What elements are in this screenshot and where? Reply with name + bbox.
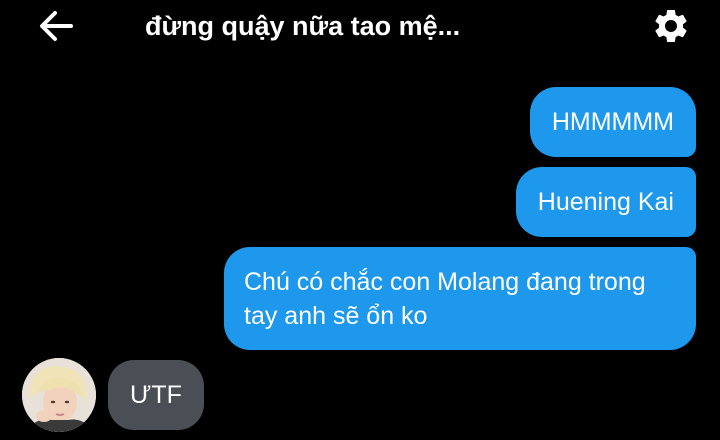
top-bar: đừng quậy nữa tao mệ...: [0, 0, 720, 52]
outgoing-message[interactable]: HMMMMM: [529, 87, 696, 157]
outgoing-message[interactable]: Chú có chắc con Molang đang trong tay an…: [224, 247, 696, 350]
chat-title: đừng quậy nữa tao mệ...: [145, 11, 461, 41]
avatar[interactable]: [22, 358, 96, 432]
back-button[interactable]: [36, 8, 76, 44]
gear-icon: [655, 9, 687, 42]
settings-button[interactable]: [650, 5, 692, 47]
outgoing-message[interactable]: Huening Kai: [515, 167, 696, 237]
avatar-photo: [22, 358, 96, 432]
arrow-left-icon: [40, 11, 73, 41]
incoming-message[interactable]: ƯTF: [108, 360, 204, 430]
